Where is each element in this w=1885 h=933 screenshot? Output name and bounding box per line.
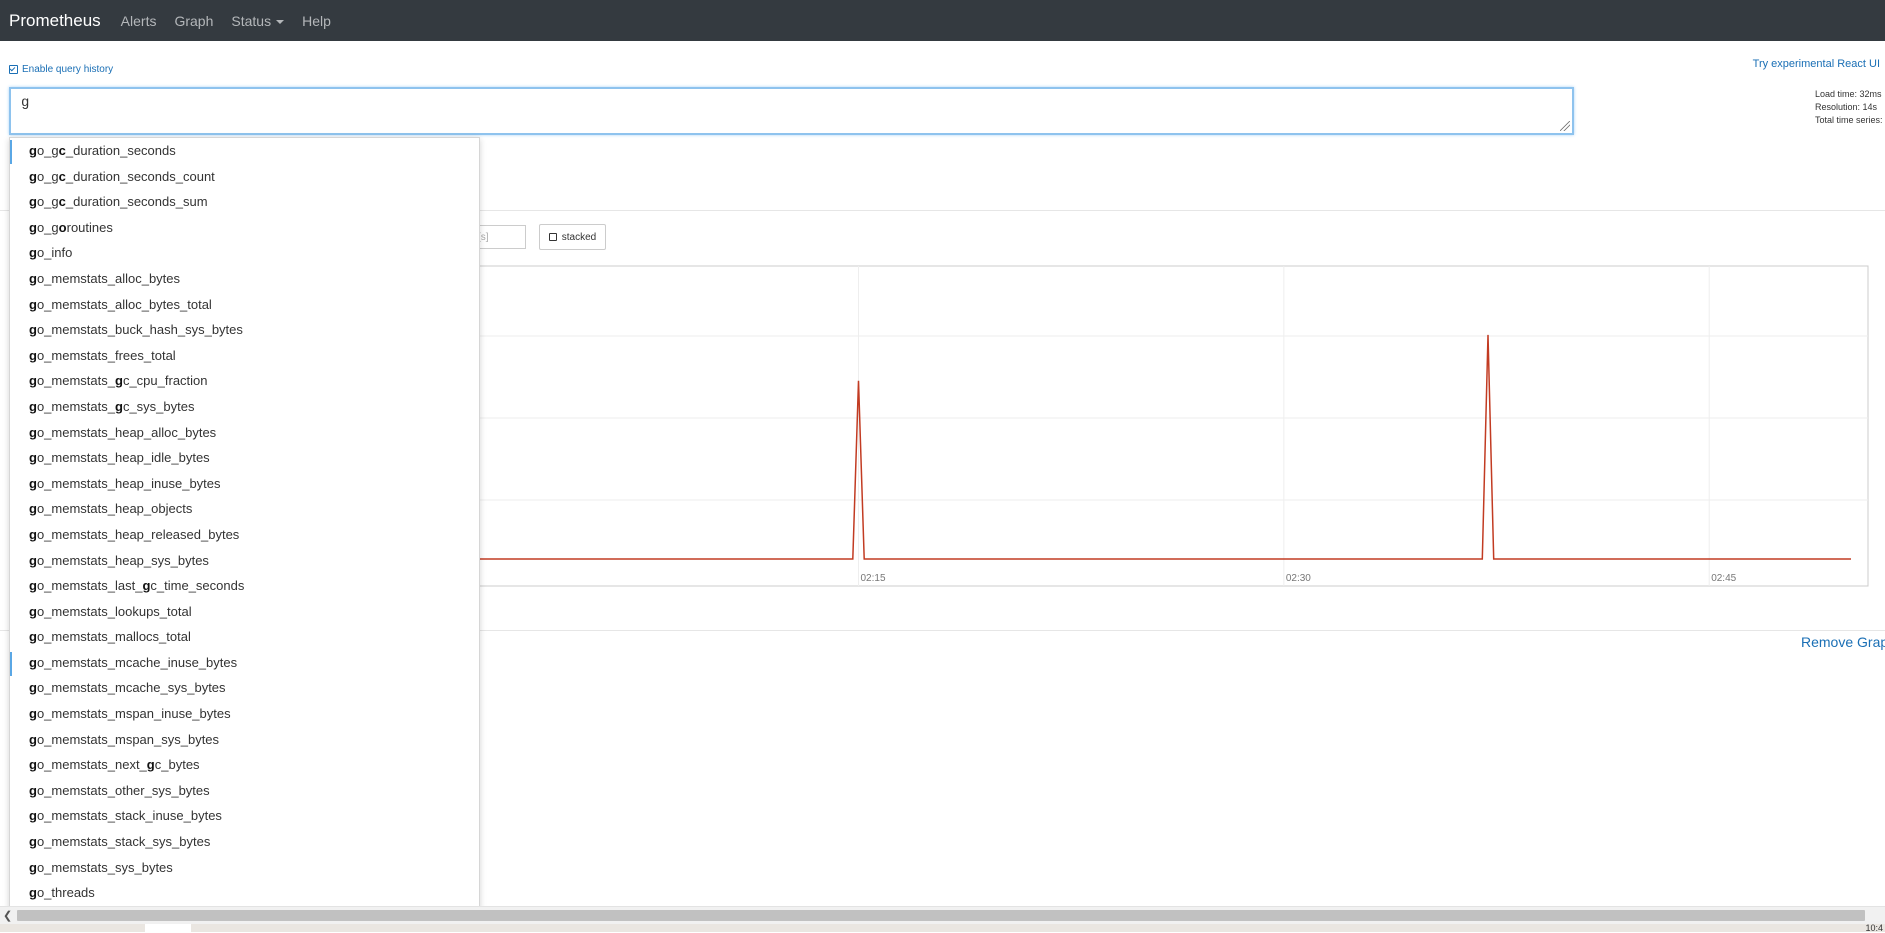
autocomplete-item[interactable]: go_memstats_heap_sys_bytes <box>10 548 479 574</box>
autocomplete-item[interactable]: go_memstats_frees_total <box>10 343 479 369</box>
match-highlight: g <box>29 501 37 517</box>
autocomplete-item[interactable]: go_gc_duration_seconds_count <box>10 164 479 190</box>
match-highlight: g <box>29 219 37 235</box>
match-highlight: g <box>29 296 37 312</box>
autocomplete-item[interactable]: go_memstats_alloc_bytes <box>10 266 479 292</box>
match-highlight: g <box>29 578 37 594</box>
match-highlight: g <box>29 424 37 440</box>
autocomplete-item[interactable]: go_memstats_alloc_bytes_total <box>10 292 479 318</box>
scrollbar-thumb[interactable] <box>17 910 1865 921</box>
match-highlight: g <box>29 245 37 261</box>
horizontal-scrollbar[interactable]: ❮ <box>0 906 1885 924</box>
match-highlight: c <box>58 194 66 210</box>
autocomplete-item[interactable]: go_info <box>10 240 479 266</box>
match-highlight: g <box>115 398 123 414</box>
match-highlight: g <box>29 629 37 645</box>
autocomplete-item[interactable]: go_memstats_stack_inuse_bytes <box>10 803 479 829</box>
match-highlight: g <box>29 270 37 286</box>
match-highlight: g <box>29 782 37 798</box>
match-highlight: g <box>29 706 37 722</box>
match-highlight: g <box>29 322 37 338</box>
remove-graph-button[interactable]: Remove Graph <box>1801 634 1885 650</box>
autocomplete-item[interactable]: go_memstats_next_gc_bytes <box>10 752 479 778</box>
autocomplete-item[interactable]: go_memstats_gc_cpu_fraction <box>10 368 479 394</box>
match-highlight: c <box>58 143 66 158</box>
match-highlight: g <box>29 373 37 389</box>
autocomplete-item[interactable]: go_memstats_heap_objects <box>10 496 479 522</box>
autocomplete-dropdown: go_gc_duration_seconds go_gc_duration_sec… <box>9 137 480 910</box>
autocomplete-item[interactable]: go_memstats_other_sys_bytes <box>10 778 479 804</box>
match-highlight: g <box>29 859 37 875</box>
match-highlight: g <box>29 168 37 184</box>
autocomplete-item[interactable]: go_memstats_mspan_inuse_bytes <box>10 701 479 727</box>
autocomplete-item[interactable]: go_memstats_mcache_inuse_bytes <box>10 650 479 676</box>
match-highlight: o <box>58 219 67 235</box>
autocomplete-item[interactable]: go_memstats_mcache_sys_bytes <box>10 675 479 701</box>
autocomplete-item[interactable]: go_threads <box>10 880 479 906</box>
match-highlight: g <box>146 757 155 773</box>
autocomplete-item[interactable]: go_gc_duration_seconds_sum <box>10 189 479 215</box>
match-highlight: g <box>29 475 37 491</box>
autocomplete-item[interactable]: go_memstats_last_gc_time_seconds <box>10 573 479 599</box>
graph-plot-area <box>469 265 1869 587</box>
match-highlight: g <box>115 373 123 389</box>
match-highlight: g <box>29 398 37 414</box>
match-highlight: g <box>29 143 37 158</box>
autocomplete-item[interactable]: go_memstats_buck_hash_sys_bytes <box>10 317 479 343</box>
match-highlight: g <box>29 603 37 619</box>
match-highlight: g <box>29 731 37 747</box>
autocomplete-item[interactable]: go_memstats_mspan_sys_bytes <box>10 727 479 753</box>
autocomplete-item[interactable]: go_memstats_heap_inuse_bytes <box>10 471 479 497</box>
match-highlight: g <box>29 834 37 850</box>
match-highlight: g <box>29 680 37 696</box>
match-highlight: g <box>29 194 37 210</box>
x-tick-label: 02:45 <box>1711 573 1736 584</box>
scroll-left-icon[interactable]: ❮ <box>3 909 12 922</box>
autocomplete-item[interactable]: go_memstats_lookups_total <box>10 599 479 625</box>
autocomplete-item[interactable]: go_gc_duration_seconds <box>10 138 479 164</box>
autocomplete-item[interactable]: go_memstats_heap_alloc_bytes <box>10 420 479 446</box>
match-highlight: g <box>29 450 37 466</box>
match-highlight: g <box>29 347 37 363</box>
match-highlight: g <box>29 552 37 568</box>
match-highlight: c <box>58 168 66 184</box>
taskbar-item[interactable] <box>145 924 191 932</box>
autocomplete-item[interactable]: go_memstats_sys_bytes <box>10 855 479 881</box>
autocomplete-item[interactable]: go_memstats_stack_sys_bytes <box>10 829 479 855</box>
match-highlight: g <box>29 654 37 670</box>
os-taskbar: 10:4 <box>0 923 1885 933</box>
autocomplete-item[interactable]: go_memstats_heap_released_bytes <box>10 522 479 548</box>
autocomplete-item[interactable]: go_memstats_gc_sys_bytes <box>10 394 479 420</box>
autocomplete-item[interactable]: go_memstats_heap_idle_bytes <box>10 445 479 471</box>
match-highlight: g <box>29 885 37 901</box>
x-tick-label: 02:15 <box>860 573 885 584</box>
autocomplete-item[interactable]: go_memstats_mallocs_total <box>10 624 479 650</box>
match-highlight: g <box>29 757 37 773</box>
match-highlight: g <box>142 578 151 594</box>
x-tick-label: 02:30 <box>1286 573 1311 584</box>
match-highlight: g <box>29 808 37 824</box>
autocomplete-item[interactable]: go_goroutines <box>10 215 479 241</box>
match-highlight: g <box>29 526 37 542</box>
